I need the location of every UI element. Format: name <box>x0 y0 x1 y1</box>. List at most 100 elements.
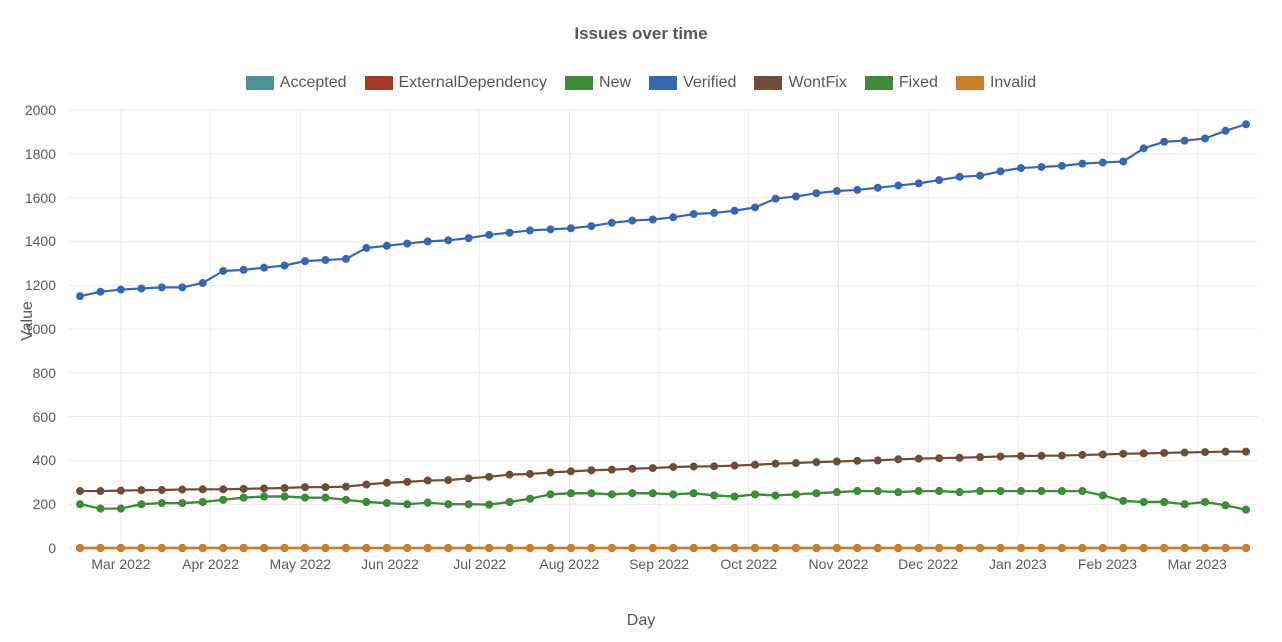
data-point[interactable] <box>404 240 411 247</box>
data-point[interactable] <box>1181 137 1188 144</box>
data-point[interactable] <box>1161 499 1168 506</box>
data-point[interactable] <box>465 475 472 482</box>
data-point[interactable] <box>1243 506 1250 513</box>
data-point[interactable] <box>424 499 431 506</box>
data-point[interactable] <box>1018 453 1025 460</box>
data-point[interactable] <box>199 486 206 493</box>
legend-item-accepted[interactable]: Accepted <box>246 74 347 92</box>
data-point[interactable] <box>383 242 390 249</box>
data-point[interactable] <box>833 458 840 465</box>
data-point[interactable] <box>77 501 84 508</box>
data-point[interactable] <box>588 467 595 474</box>
data-point[interactable] <box>772 195 779 202</box>
data-point[interactable] <box>547 491 554 498</box>
data-point[interactable] <box>138 501 145 508</box>
data-point[interactable] <box>997 453 1004 460</box>
data-point[interactable] <box>261 485 268 492</box>
data-point[interactable] <box>854 488 861 495</box>
data-point[interactable] <box>302 484 309 491</box>
data-point[interactable] <box>568 490 575 497</box>
data-point[interactable] <box>281 485 288 492</box>
data-point[interactable] <box>670 214 677 221</box>
data-point[interactable] <box>506 471 513 478</box>
data-point[interactable] <box>670 491 677 498</box>
data-point[interactable] <box>527 495 534 502</box>
data-point[interactable] <box>363 245 370 252</box>
data-point[interactable] <box>1243 448 1250 455</box>
data-point[interactable] <box>1202 449 1209 456</box>
data-point[interactable] <box>383 479 390 486</box>
data-point[interactable] <box>977 488 984 495</box>
data-point[interactable] <box>199 499 206 506</box>
data-point[interactable] <box>731 462 738 469</box>
data-point[interactable] <box>608 219 615 226</box>
data-point[interactable] <box>445 501 452 508</box>
data-point[interactable] <box>363 499 370 506</box>
data-point[interactable] <box>936 177 943 184</box>
data-point[interactable] <box>302 258 309 265</box>
data-point[interactable] <box>608 466 615 473</box>
data-point[interactable] <box>1038 452 1045 459</box>
data-point[interactable] <box>506 499 513 506</box>
data-point[interactable] <box>343 256 350 263</box>
data-point[interactable] <box>752 461 759 468</box>
data-point[interactable] <box>793 491 800 498</box>
legend-item-wontfix[interactable]: WontFix <box>754 74 846 92</box>
data-point[interactable] <box>445 237 452 244</box>
data-point[interactable] <box>772 492 779 499</box>
data-point[interactable] <box>649 216 656 223</box>
data-point[interactable] <box>1079 452 1086 459</box>
data-point[interactable] <box>895 456 902 463</box>
data-point[interactable] <box>690 490 697 497</box>
data-point[interactable] <box>813 459 820 466</box>
data-point[interactable] <box>629 490 636 497</box>
data-point[interactable] <box>240 485 247 492</box>
data-point[interactable] <box>424 477 431 484</box>
data-point[interactable] <box>568 468 575 475</box>
data-point[interactable] <box>1038 488 1045 495</box>
data-point[interactable] <box>158 487 165 494</box>
data-point[interactable] <box>711 210 718 217</box>
data-point[interactable] <box>506 229 513 236</box>
data-point[interactable] <box>118 505 125 512</box>
data-point[interactable] <box>179 486 186 493</box>
data-point[interactable] <box>97 488 104 495</box>
data-point[interactable] <box>1202 499 1209 506</box>
data-point[interactable] <box>97 288 104 295</box>
data-point[interactable] <box>690 211 697 218</box>
data-point[interactable] <box>711 463 718 470</box>
data-point[interactable] <box>445 477 452 484</box>
data-point[interactable] <box>547 469 554 476</box>
legend-item-verified[interactable]: Verified <box>649 74 736 92</box>
legend-item-invalid[interactable]: Invalid <box>956 74 1036 92</box>
data-point[interactable] <box>588 490 595 497</box>
data-point[interactable] <box>1079 488 1086 495</box>
data-point[interactable] <box>465 501 472 508</box>
data-point[interactable] <box>1140 145 1147 152</box>
data-point[interactable] <box>1202 135 1209 142</box>
data-point[interactable] <box>527 227 534 234</box>
data-point[interactable] <box>1018 488 1025 495</box>
data-point[interactable] <box>1120 158 1127 165</box>
data-point[interactable] <box>261 264 268 271</box>
data-point[interactable] <box>833 489 840 496</box>
data-point[interactable] <box>956 454 963 461</box>
data-point[interactable] <box>690 463 697 470</box>
data-point[interactable] <box>649 465 656 472</box>
data-point[interactable] <box>608 491 615 498</box>
data-point[interactable] <box>199 280 206 287</box>
data-point[interactable] <box>486 231 493 238</box>
data-point[interactable] <box>752 491 759 498</box>
data-point[interactable] <box>1099 492 1106 499</box>
data-point[interactable] <box>629 217 636 224</box>
data-point[interactable] <box>1099 159 1106 166</box>
data-point[interactable] <box>1222 448 1229 455</box>
data-point[interactable] <box>895 182 902 189</box>
data-point[interactable] <box>383 500 390 507</box>
data-point[interactable] <box>77 488 84 495</box>
data-point[interactable] <box>158 500 165 507</box>
data-point[interactable] <box>343 496 350 503</box>
data-point[interactable] <box>997 488 1004 495</box>
data-point[interactable] <box>281 262 288 269</box>
data-point[interactable] <box>486 473 493 480</box>
